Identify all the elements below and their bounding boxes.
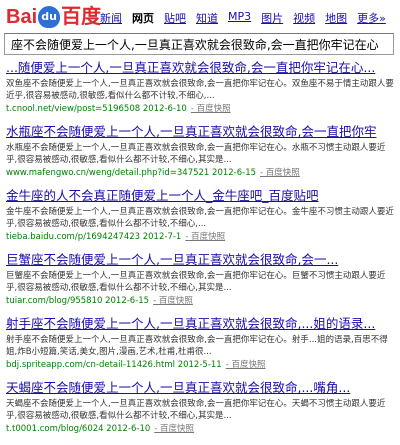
header: Bai du 百度 新闻 网页 贴吧 知道 MP3 图片 视频 地图 更多» — [0, 0, 400, 58]
nav-tieba[interactable]: 贴吧 — [164, 10, 186, 26]
result-title[interactable]: 水瓶座不会随便爱上一个人,一旦真正喜欢就会很致命,会一直把你牢 — [6, 124, 396, 140]
snapshot-link[interactable]: - 百度快照 — [154, 424, 194, 434]
nav-news[interactable]: 新闻 — [100, 10, 122, 26]
logo-text-left: Bai — [6, 6, 38, 28]
result-title[interactable]: ...随便爱上一个人,一旦真正喜欢就会很致命,会一直把你牢记在心... — [6, 60, 396, 76]
result-title[interactable]: 巨蟹座不会随便爱上一个人,一旦真正喜欢就会很致命,会一... — [6, 252, 396, 268]
baidu-logo[interactable]: Bai du 百度 — [6, 4, 101, 30]
result-url-line: bdj.spriteapp.com/cn-detail-11426.html 2… — [6, 359, 396, 371]
result-snippet: 射手座不会随便爱上一个人,一旦真正喜欢就会很致命,会一直把你牢记在心。射手...… — [6, 335, 388, 357]
result-url-line: www.mafengwo.cn/weng/detail.php?id=34752… — [6, 167, 396, 179]
paw-icon: du — [38, 6, 61, 28]
result-url: tuiar.com/blog/955810 2012-6-15 — [6, 296, 150, 306]
result-url-line: t.cnool.net/view/post=5196508 2012-6-10-… — [6, 103, 396, 115]
result-url: t.cnool.net/view/post=5196508 2012-6-10 — [6, 104, 187, 114]
result-url: bdj.spriteapp.com/cn-detail-11426.html 2… — [6, 360, 222, 370]
result-item: 天蝎座不会随便爱上一个人,一旦真正喜欢就会很致命,...嘴角... 天蝎座不会随… — [6, 380, 396, 444]
result-snippet: 巨蟹座不会随便爱上一个人,一旦真正喜欢就会很致命,会一直把你牢记在心。巨蟹不习惯… — [6, 271, 386, 293]
result-snippet: 金牛座不会随便爱上一个人,一旦真正喜欢就会很致命,会一直把你牢记在心。金牛座不习… — [6, 207, 394, 229]
snapshot-link[interactable]: - 百度快照 — [226, 360, 266, 370]
result-url: www.mafengwo.cn/weng/detail.php?id=34752… — [6, 168, 257, 178]
nav-images[interactable]: 图片 — [261, 10, 283, 26]
result-url: t.t0001.com/blog/6024 2012-6-10 — [6, 424, 151, 434]
nav-video[interactable]: 视频 — [293, 10, 315, 26]
result-url-line: tieba.baidu.com/p/1694247423 2012-7-1- 百… — [6, 231, 396, 243]
snapshot-link[interactable]: - 百度快照 — [260, 168, 300, 178]
result-item: 射手座不会随便爱上一个人,一旦真正喜欢就会很致命,...姐的语录... 射手座不… — [6, 316, 396, 380]
result-item: 金牛座的人不会真正随便爱上一个人_金牛座吧_百度贴吧 金牛座不会随便爱上一个人,… — [6, 188, 396, 252]
result-url: tieba.baidu.com/p/1694247423 2012-7-1 — [6, 232, 182, 242]
results-list: ...随便爱上一个人,一旦真正喜欢就会很致命,会一直把你牢记在心... 双鱼座不… — [6, 60, 396, 444]
result-title[interactable]: 天蝎座不会随便爱上一个人,一旦真正喜欢就会很致命,...嘴角... — [6, 380, 396, 396]
logo-text-right: 百度 — [61, 6, 102, 28]
result-item: 水瓶座不会随便爱上一个人,一旦真正喜欢就会很致命,会一直把你牢 水瓶座不会随便爱… — [6, 124, 396, 188]
result-snippet: 水瓶座不会随便爱上一个人,一旦真正喜欢就会很致命,会一直把你牢记在心。水瓶不习惯… — [6, 143, 386, 165]
snapshot-link[interactable]: - 百度快照 — [185, 232, 225, 242]
result-url-line: tuiar.com/blog/955810 2012-6-15- 百度快照 — [6, 295, 396, 307]
result-snippet: 双鱼座不会随便爱上一个人,一旦真正喜欢就会很致命,会一直把你牢记在心。双鱼座不易… — [6, 79, 394, 101]
nav-maps[interactable]: 地图 — [325, 10, 347, 26]
top-nav: 新闻 网页 贴吧 知道 MP3 图片 视频 地图 更多» — [100, 10, 386, 26]
nav-mp3[interactable]: MP3 — [228, 10, 251, 26]
nav-more[interactable]: 更多» — [357, 10, 386, 26]
result-title[interactable]: 射手座不会随便爱上一个人,一旦真正喜欢就会很致命,...姐的语录... — [6, 316, 396, 332]
result-item: 巨蟹座不会随便爱上一个人,一旦真正喜欢就会很致命,会一... 巨蟹座不会随便爱上… — [6, 252, 396, 316]
result-snippet: 天蝎座不会随便爱上一个人,一旦真正喜欢就会很致命,会一直把你牢记在心。天蝎不习惯… — [6, 399, 386, 421]
nav-web[interactable]: 网页 — [132, 10, 154, 26]
result-url-line: t.t0001.com/blog/6024 2012-6-10- 百度快照 — [6, 423, 396, 435]
result-title[interactable]: 金牛座的人不会真正随便爱上一个人_金牛座吧_百度贴吧 — [6, 188, 396, 204]
result-item: ...随便爱上一个人,一旦真正喜欢就会很致命,会一直把你牢记在心... 双鱼座不… — [6, 60, 396, 124]
search-box — [4, 33, 394, 55]
snapshot-link[interactable]: - 百度快照 — [153, 296, 193, 306]
nav-zhidao[interactable]: 知道 — [196, 10, 218, 26]
search-input[interactable] — [5, 34, 393, 55]
snapshot-link[interactable]: - 百度快照 — [191, 104, 231, 114]
